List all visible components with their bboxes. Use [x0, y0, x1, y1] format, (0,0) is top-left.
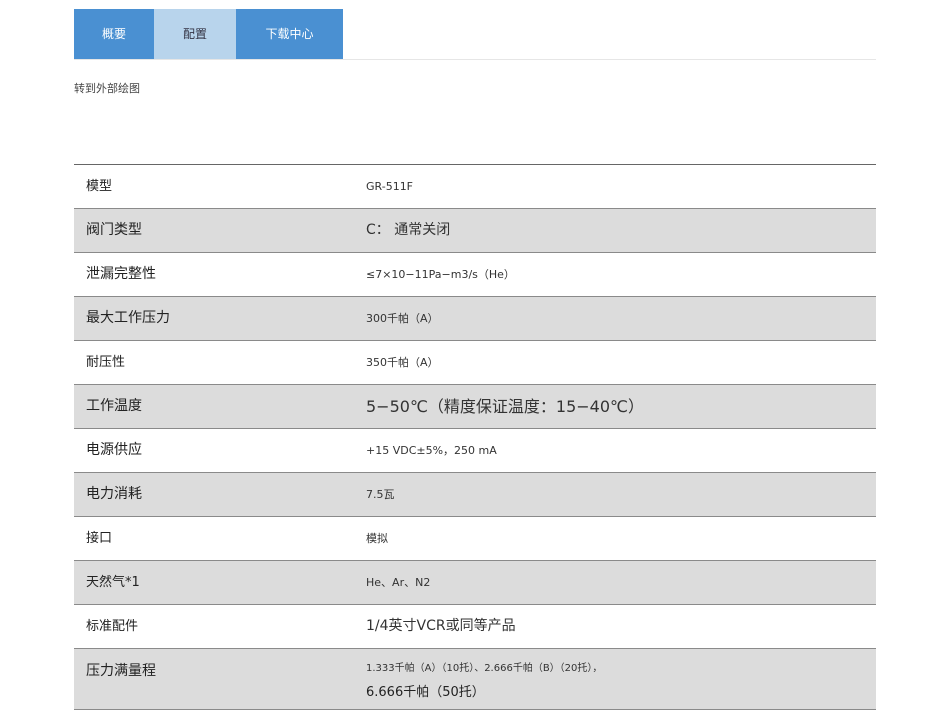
spec-row-operating-temperature: 工作温度 5−50℃（精度保证温度：15−40℃）: [74, 385, 876, 429]
tab-configuration[interactable]: 配置: [154, 9, 236, 59]
spec-label: 标准配件: [86, 619, 139, 634]
spec-label: 最大工作压力: [86, 310, 170, 326]
spec-row-max-working-pressure: 最大工作压力 300千帕（A）: [74, 297, 876, 341]
spec-label: 工作温度: [86, 398, 142, 414]
spec-value: +15 VDC±5%，250 mA: [366, 444, 497, 457]
spec-row-gas: 天然气*1 He、Ar、N2: [74, 561, 876, 605]
tab-bar: 概要 配置 下载中心: [74, 9, 876, 60]
spec-value: 模拟: [366, 532, 388, 545]
spec-value-line2: 6.666千帕（50托）: [366, 685, 485, 700]
page: 概要 配置 下载中心 转到外部绘图 模型 GR-511F 阀门类型 C： 通常关…: [0, 0, 940, 710]
external-drawing-link[interactable]: 转到外部绘图: [74, 80, 140, 96]
spec-value: 350千帕（A）: [366, 356, 439, 369]
spec-row-leak-integrity: 泄漏完整性 ≤7×10−11Pa−m3/s（He）: [74, 253, 876, 297]
tab-download-center[interactable]: 下载中心: [236, 9, 343, 59]
spec-label: 压力满量程: [86, 663, 156, 679]
spec-row-power-consumption: 电力消耗 7.5瓦: [74, 473, 876, 517]
spec-label: 电源供应: [86, 442, 142, 458]
spec-row-power-supply: 电源供应 +15 VDC±5%，250 mA: [74, 429, 876, 473]
spec-value: He、Ar、N2: [366, 576, 431, 589]
spec-table: 模型 GR-511F 阀门类型 C： 通常关闭 泄漏完整性 ≤7×10−11Pa…: [74, 164, 876, 710]
spec-row-interface: 接口 模拟: [74, 517, 876, 561]
spec-value-line1: 1.333千帕（A）（10托）、2.666千帕（B）（20托），: [366, 663, 603, 674]
spec-value: 7.5瓦: [366, 488, 395, 501]
spec-value: 5−50℃（精度保证温度：15−40℃）: [366, 397, 645, 416]
spec-label: 接口: [86, 531, 113, 546]
spec-value: GR-511F: [366, 180, 414, 193]
spec-label: 耐压性: [86, 355, 126, 370]
spec-label: 模型: [86, 179, 113, 194]
spec-value: C： 通常关闭: [366, 222, 451, 238]
spec-row-standard-fitting: 标准配件 1/4英寸VCR或同等产品: [74, 605, 876, 649]
spec-value: ≤7×10−11Pa−m3/s（He）: [366, 268, 515, 281]
spec-row-valve-type: 阀门类型 C： 通常关闭: [74, 209, 876, 253]
spec-value: 300千帕（A）: [366, 312, 439, 325]
spec-label: 天然气*1: [86, 575, 140, 590]
spec-label: 泄漏完整性: [86, 266, 156, 282]
tab-overview[interactable]: 概要: [74, 9, 154, 59]
spec-label: 电力消耗: [86, 486, 142, 502]
spec-value: 1/4英寸VCR或同等产品: [366, 618, 516, 634]
spec-row-model: 模型 GR-511F: [74, 165, 876, 209]
spec-row-full-scale-pressure: 压力满量程 1.333千帕（A）（10托）、2.666千帕（B）（20托）， 6…: [74, 649, 876, 710]
spec-row-pressure-resistance: 耐压性 350千帕（A）: [74, 341, 876, 385]
spec-label: 阀门类型: [86, 222, 142, 238]
